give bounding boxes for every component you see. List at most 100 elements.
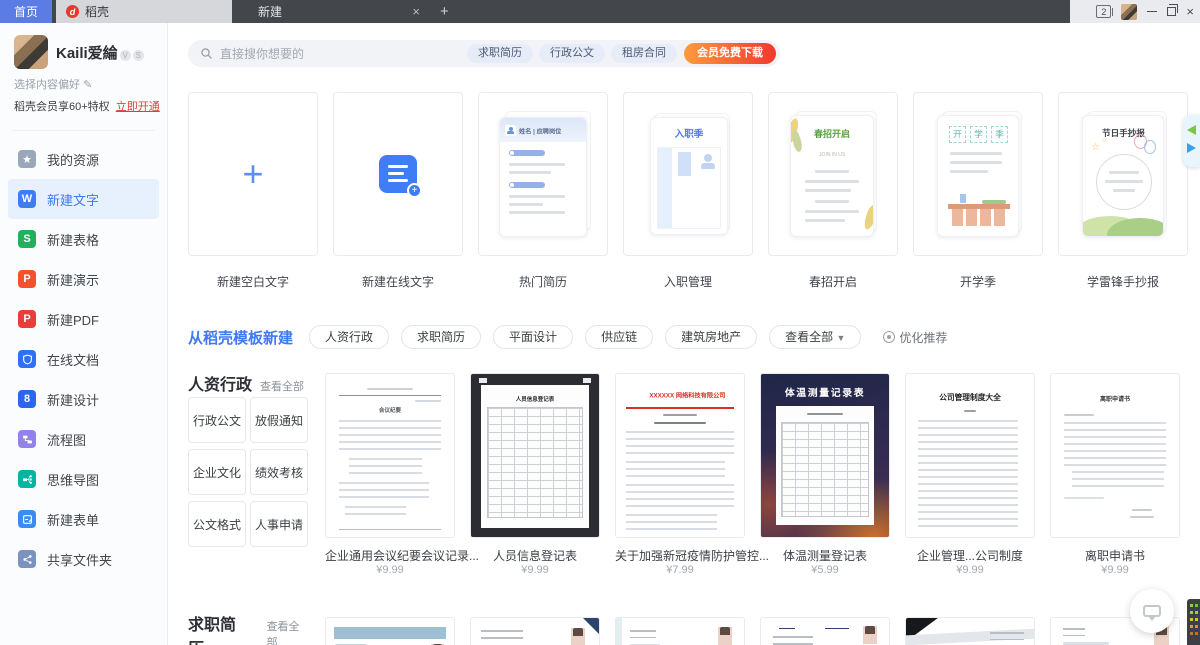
filter-button-hr-apply[interactable]: 人事申请: [250, 501, 308, 547]
chevron-down-icon: ▼: [836, 333, 845, 343]
sidebar-item-new-sheet[interactable]: S 新建表格: [8, 219, 159, 259]
template-thumb-company-rules[interactable]: 公司管理制度大全: [905, 373, 1035, 538]
doc-count-badge[interactable]: 2: [1096, 5, 1111, 18]
sidebar-item-flowchart[interactable]: 流程图: [8, 419, 159, 459]
sidebar-item-online-docs[interactable]: 在线文档: [8, 339, 159, 379]
close-button[interactable]: ×: [1186, 0, 1194, 23]
template-thumb-resignation[interactable]: 离职申请书: [1050, 373, 1180, 538]
template-thumb-temperature-log[interactable]: 体温测量记录表: [760, 373, 890, 538]
user-avatar[interactable]: [14, 35, 48, 69]
restore-button[interactable]: [1167, 7, 1176, 16]
mini-spring-subtitle: JOIN IN US: [819, 152, 845, 158]
tab-new[interactable]: 新建 ×: [242, 0, 428, 23]
sidebar-divider: [12, 130, 155, 131]
template-name[interactable]: 人员信息登记表: [470, 547, 600, 564]
member-free-download-button[interactable]: 会员免费下载: [684, 43, 776, 64]
category-pill-resume[interactable]: 求职简历: [401, 325, 481, 349]
member-cta-link[interactable]: 立即开通: [116, 101, 160, 113]
side-assistant-widget[interactable]: [1183, 115, 1200, 167]
docer-logo-icon: d: [66, 5, 79, 18]
filter-button-culture[interactable]: 企业文化: [188, 449, 246, 495]
quick-card-hot-resume[interactable]: 姓名 | 应聘岗位: [478, 92, 608, 256]
sidebar-item-my-resources[interactable]: ★ 我的资源: [8, 139, 159, 179]
sidebar-item-shared-folder[interactable]: 共享文件夹: [8, 539, 159, 579]
sidebar-item-new-design[interactable]: 8 新建设计: [8, 379, 159, 419]
resume-template-thumb[interactable]: [760, 617, 890, 645]
corner-dots-icon: [1190, 604, 1193, 607]
tab-close-icon[interactable]: ×: [412, 4, 420, 19]
sidebar-item-label: 新建PDF: [47, 310, 99, 329]
docer-section-title[interactable]: 从稻壳模板新建: [188, 327, 293, 348]
template-price: ¥5.99: [760, 564, 890, 576]
chat-button[interactable]: [1130, 589, 1174, 633]
tab-strip: 首页 d 稻壳 新建 × +: [0, 0, 1070, 23]
resume-template-thumb[interactable]: [470, 617, 600, 645]
template-name[interactable]: 离职申请书: [1050, 547, 1180, 564]
sidebar-item-mindmap[interactable]: 思维导图: [8, 459, 159, 499]
search-tag-lease[interactable]: 租房合同: [611, 44, 677, 63]
category-pill-supply[interactable]: 供应链: [585, 325, 653, 349]
minimize-button[interactable]: [1147, 11, 1157, 12]
sidebar-item-new-doc[interactable]: W 新建文字: [8, 179, 159, 219]
optimize-icon: [883, 331, 895, 343]
sidebar-item-new-form[interactable]: 新建表单: [8, 499, 159, 539]
quick-card-onboarding[interactable]: 入职季: [623, 92, 753, 256]
sidebar-item-label: 流程图: [47, 430, 86, 449]
filter-button-official-doc[interactable]: 行政公文: [188, 397, 246, 443]
spreadsheet-icon: S: [18, 230, 36, 248]
filter-button-holiday-notice[interactable]: 放假通知: [250, 397, 308, 443]
search-bar[interactable]: 直接搜你想要的 求职简历 行政公文 租房合同 会员免费下载: [188, 40, 780, 67]
quick-card-school-season[interactable]: 开学季: [913, 92, 1043, 256]
tab-docer-label: 稻壳: [85, 3, 109, 20]
assistant-arrow-icon: [1187, 143, 1196, 153]
thumb-title: 公司管理制度大全: [939, 391, 1001, 402]
resume-template-thumb[interactable]: [325, 617, 455, 645]
template-name[interactable]: 关于加强新冠疫情防护管控...: [615, 547, 745, 564]
resume-view-all-link[interactable]: 查看全部: [267, 618, 304, 645]
sidebar-item-new-slides[interactable]: P 新建演示: [8, 259, 159, 299]
sidebar-item-label: 我的资源: [47, 150, 99, 169]
quick-card-handcopy[interactable]: 节日手抄报 ☆ ☆: [1058, 92, 1188, 256]
resume-template-thumb[interactable]: [905, 617, 1035, 645]
template-thumb-personnel-form[interactable]: 人员信息登记表: [470, 373, 600, 538]
docer-section-bar: 从稻壳模板新建 人资行政 求职简历 平面设计 供应链 建筑房地产 查看全部 ▼ …: [188, 325, 947, 349]
share-icon: [18, 550, 36, 568]
edit-preference-link[interactable]: 选择内容偏好 ✎: [14, 76, 155, 92]
template-thumb-covid-notice[interactable]: XXXXXX 网络科技有限公司: [615, 373, 745, 538]
writer-icon: W: [18, 190, 36, 208]
form-icon: [18, 510, 36, 528]
category-pill-hr[interactable]: 人资行政: [309, 325, 389, 349]
category-pill-design[interactable]: 平面设计: [493, 325, 573, 349]
quick-card-label: 热门简历: [478, 273, 608, 290]
tab-docer[interactable]: d 稻壳: [56, 0, 232, 23]
optimize-recommend[interactable]: 优化推荐: [883, 329, 947, 346]
template-thumb-meeting-minutes[interactable]: 会议纪要: [325, 373, 455, 538]
filter-button-performance[interactable]: 绩效考核: [250, 449, 308, 495]
view-all-pill[interactable]: 查看全部 ▼: [769, 325, 861, 349]
resume-section-title: 求职简历: [188, 611, 243, 645]
quick-card-online-doc[interactable]: +: [333, 92, 463, 256]
window-controls: 2 ×: [1096, 0, 1194, 23]
template-name[interactable]: 企业通用会议纪要会议记录...: [325, 547, 455, 564]
quick-card-spring-recruit[interactable]: 春招开启 JOIN IN US: [768, 92, 898, 256]
search-input[interactable]: 直接搜你想要的: [220, 45, 461, 62]
thumb-title: 体温测量记录表: [785, 386, 865, 400]
quick-card-blank-doc[interactable]: +: [188, 92, 318, 256]
template-name[interactable]: 体温测量登记表: [760, 547, 890, 564]
thumb-title: 人员信息登记表: [516, 394, 555, 402]
search-tag-official[interactable]: 行政公文: [539, 44, 605, 63]
search-tag-resume[interactable]: 求职简历: [467, 44, 533, 63]
template-name[interactable]: 企业管理...公司制度: [905, 547, 1035, 564]
corner-widget[interactable]: [1187, 599, 1200, 645]
member-banner: 稻壳会员享60+特权 立即开通: [14, 98, 155, 114]
titlebar-avatar[interactable]: [1121, 4, 1137, 20]
resume-template-thumb[interactable]: [615, 617, 745, 645]
filter-button-doc-format[interactable]: 公文格式: [188, 501, 246, 547]
category-pill-realestate[interactable]: 建筑房地产: [665, 325, 757, 349]
hr-view-all-link[interactable]: 查看全部: [260, 378, 304, 394]
view-all-label: 查看全部: [785, 330, 833, 344]
sidebar-item-new-pdf[interactable]: P 新建PDF: [8, 299, 159, 339]
new-tab-button[interactable]: +: [428, 0, 461, 23]
tab-home[interactable]: 首页: [0, 0, 52, 23]
sidebar-item-label: 思维导图: [47, 470, 99, 489]
